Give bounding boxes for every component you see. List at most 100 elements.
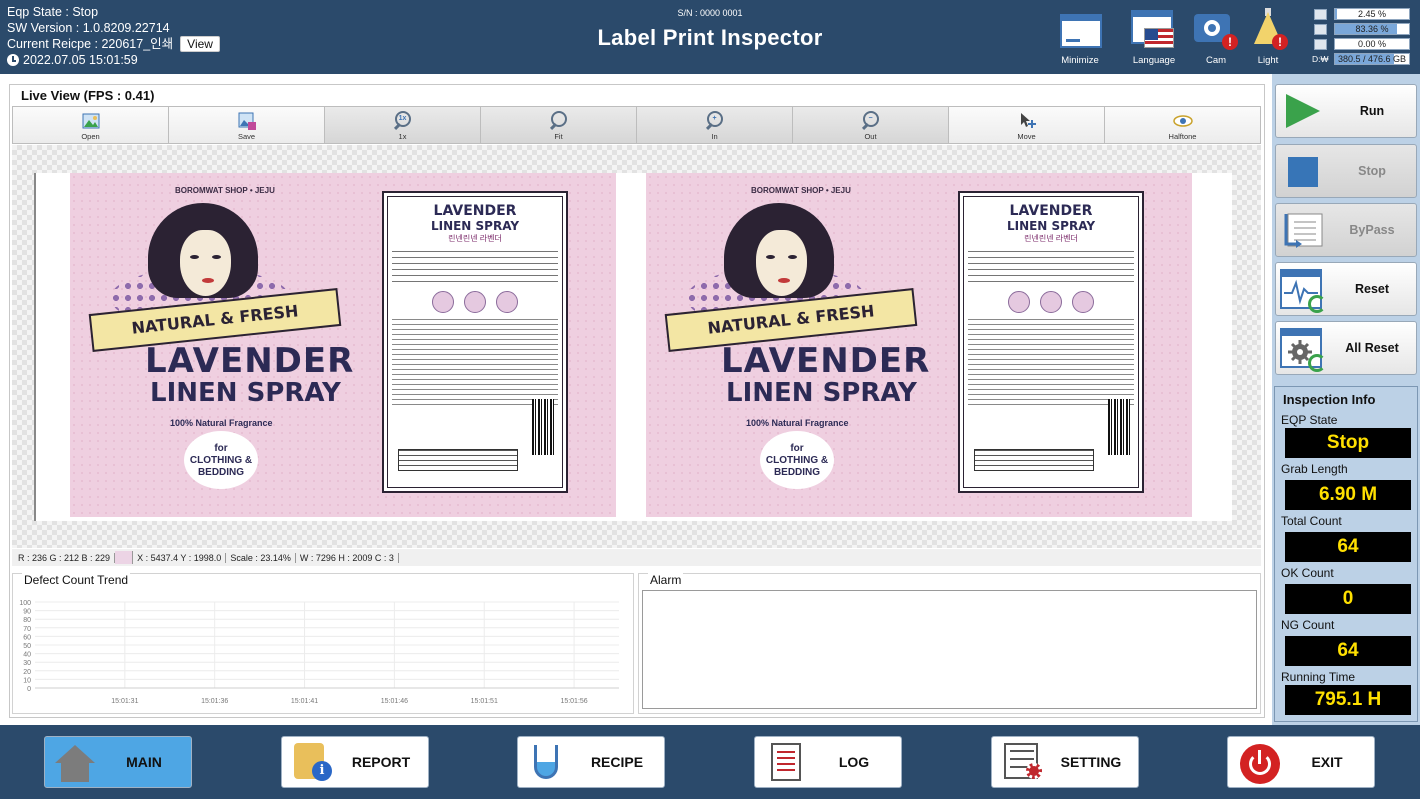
- grab-length-value: 6.90 M: [1285, 480, 1411, 510]
- document-icon: [763, 741, 807, 783]
- cam-warning-icon: !: [1222, 34, 1238, 50]
- open-button[interactable]: Open: [13, 107, 169, 143]
- captured-image: BOROMWAT SHOP • JEJU NATURAL & FRESH LAV…: [34, 173, 1232, 521]
- cam-button[interactable]: ! Cam: [1186, 6, 1246, 68]
- x-tick-label: 15:01:46: [381, 698, 408, 705]
- minimize-icon: [1060, 14, 1102, 48]
- eye-right: [788, 255, 797, 259]
- pictogram: [1040, 291, 1062, 313]
- total-count-label: Total Count: [1281, 514, 1342, 528]
- zoom-1x-icon: 1x: [393, 111, 413, 131]
- x-tick-label: 15:01:41: [291, 698, 318, 705]
- zoom-in-button[interactable]: + In: [637, 107, 793, 143]
- move-button[interactable]: Move: [949, 107, 1105, 143]
- nav-exit-label: EXIT: [1311, 754, 1343, 770]
- shop-name: BOROMWAT SHOP • JEJU: [175, 186, 275, 195]
- defect-trend-panel: Defect Count Trend 100 90 80 70 60 50 40 30 20 10…: [12, 573, 634, 714]
- nav-recipe-button[interactable]: RECIPE: [517, 736, 665, 788]
- light-label: Light: [1257, 55, 1279, 66]
- nav-setting-label: SETTING: [1060, 754, 1122, 770]
- y-tick-label: 0: [27, 686, 31, 693]
- cpu-value: 2.45 %: [1357, 9, 1387, 19]
- light-warning-icon: !: [1272, 34, 1288, 50]
- cpu-fill: [1335, 9, 1337, 19]
- back-title-1: LAVENDER: [1009, 203, 1093, 219]
- ng-count-label: NG Count: [1281, 618, 1335, 632]
- pixel-rgb: R : 236 G : 212 B : 229: [14, 552, 116, 563]
- cpu-icon: [1314, 9, 1327, 20]
- image-canvas[interactable]: BOROMWAT SHOP • JEJU NATURAL & FRESH LAV…: [12, 145, 1261, 548]
- barcode: [1108, 399, 1130, 455]
- eqp-state-value: Stop: [1285, 428, 1411, 458]
- zoom-fit-handle: [549, 122, 557, 131]
- tagline: 100% Natural Fragrance: [746, 418, 849, 428]
- x-tick-label: 15:01:31: [111, 698, 138, 705]
- move-icon: [1020, 113, 1036, 128]
- alarm-panel: Alarm: [638, 573, 1261, 714]
- back-title-2: LINEN SPRAY: [1006, 219, 1096, 233]
- datetime-row: 2022.07.05 15:01:59: [7, 52, 220, 68]
- network-value: 0.00 %: [1357, 39, 1387, 49]
- defect-trend-chart: 100908070605040302010015:01:31 15:01:36 15…: [19, 600, 619, 705]
- back-korean-name: 린넨린넨 라벤더: [448, 234, 502, 243]
- usage-pictograms: [392, 291, 558, 313]
- zoom-1x-button[interactable]: 1x 1x: [325, 107, 481, 143]
- nav-log-button[interactable]: LOG: [754, 736, 902, 788]
- zoom-in-icon: +: [705, 111, 725, 131]
- lips: [202, 278, 214, 283]
- inspection-info-title: Inspection Info: [1283, 392, 1376, 407]
- zoom-1x-handle: [393, 122, 401, 131]
- minimize-button[interactable]: Minimize: [1050, 6, 1110, 68]
- language-button[interactable]: Language: [1124, 6, 1184, 68]
- bypass-button[interactable]: ByPass: [1275, 203, 1417, 257]
- zoom-out-button[interactable]: − Out: [793, 107, 949, 143]
- report-icon: i: [290, 741, 334, 783]
- reset-button[interactable]: Reset: [1275, 262, 1417, 316]
- x-tick-label: 15:01:56: [560, 698, 587, 705]
- y-tick-label: 20: [23, 669, 31, 676]
- ok-count-value: 0: [1285, 584, 1411, 614]
- cpu-gauge: 2.45 %: [1312, 7, 1412, 22]
- nav-exit-button[interactable]: EXIT: [1227, 736, 1375, 788]
- light-button[interactable]: ! Light: [1238, 6, 1298, 68]
- datetime-text: 2022.07.05 15:01:59: [23, 53, 138, 67]
- alarm-title: Alarm: [648, 573, 684, 587]
- woman-illustration: [724, 203, 834, 313]
- nav-report-button[interactable]: i REPORT: [281, 736, 429, 788]
- network-gauge: 0.00 %: [1312, 37, 1412, 52]
- nav-recipe-label: RECIPE: [590, 754, 644, 770]
- gear-icon: [1026, 763, 1042, 779]
- zoom-fit-button[interactable]: Fit: [481, 107, 637, 143]
- flask-icon: [526, 741, 570, 783]
- all-reset-icon: [1280, 328, 1326, 372]
- stop-button[interactable]: Stop: [1275, 144, 1417, 198]
- reset-icon: [1280, 269, 1326, 313]
- nav-setting-button[interactable]: SETTING: [991, 736, 1139, 788]
- nav-main-button[interactable]: MAIN: [44, 736, 192, 788]
- zoom-scale: Scale : 23.14%: [226, 552, 296, 563]
- all-reset-button[interactable]: All Reset: [1275, 321, 1417, 375]
- halftone-button[interactable]: Halftone: [1105, 107, 1260, 143]
- bypass-label: ByPass: [1349, 223, 1395, 237]
- pixel-color-swatch: [115, 551, 134, 564]
- run-button[interactable]: Run: [1275, 84, 1417, 138]
- document-shape: [771, 743, 801, 781]
- pictogram: [1072, 291, 1094, 313]
- caution-box: [974, 449, 1094, 471]
- run-label: Run: [1359, 104, 1385, 118]
- open-label: Open: [81, 132, 100, 141]
- barcode: [532, 399, 554, 455]
- inspection-info-panel: Inspection Info EQP State Stop Grab Leng…: [1274, 386, 1418, 722]
- eye-right: [212, 255, 221, 259]
- checklist-icon: [1000, 741, 1044, 783]
- alarm-list[interactable]: [642, 590, 1257, 709]
- eye-left: [190, 255, 199, 259]
- nav-main-label: MAIN: [126, 754, 162, 770]
- back-title-1: LAVENDER: [433, 203, 517, 219]
- disk-gauge: D:₩ 380.5 / 476.6 GB: [1312, 52, 1412, 67]
- y-tick-label: 80: [23, 617, 31, 624]
- y-tick-label: 40: [23, 652, 31, 659]
- pictogram: [496, 291, 518, 313]
- all-reset-label: All Reset: [1345, 341, 1399, 355]
- save-button[interactable]: Save: [169, 107, 325, 143]
